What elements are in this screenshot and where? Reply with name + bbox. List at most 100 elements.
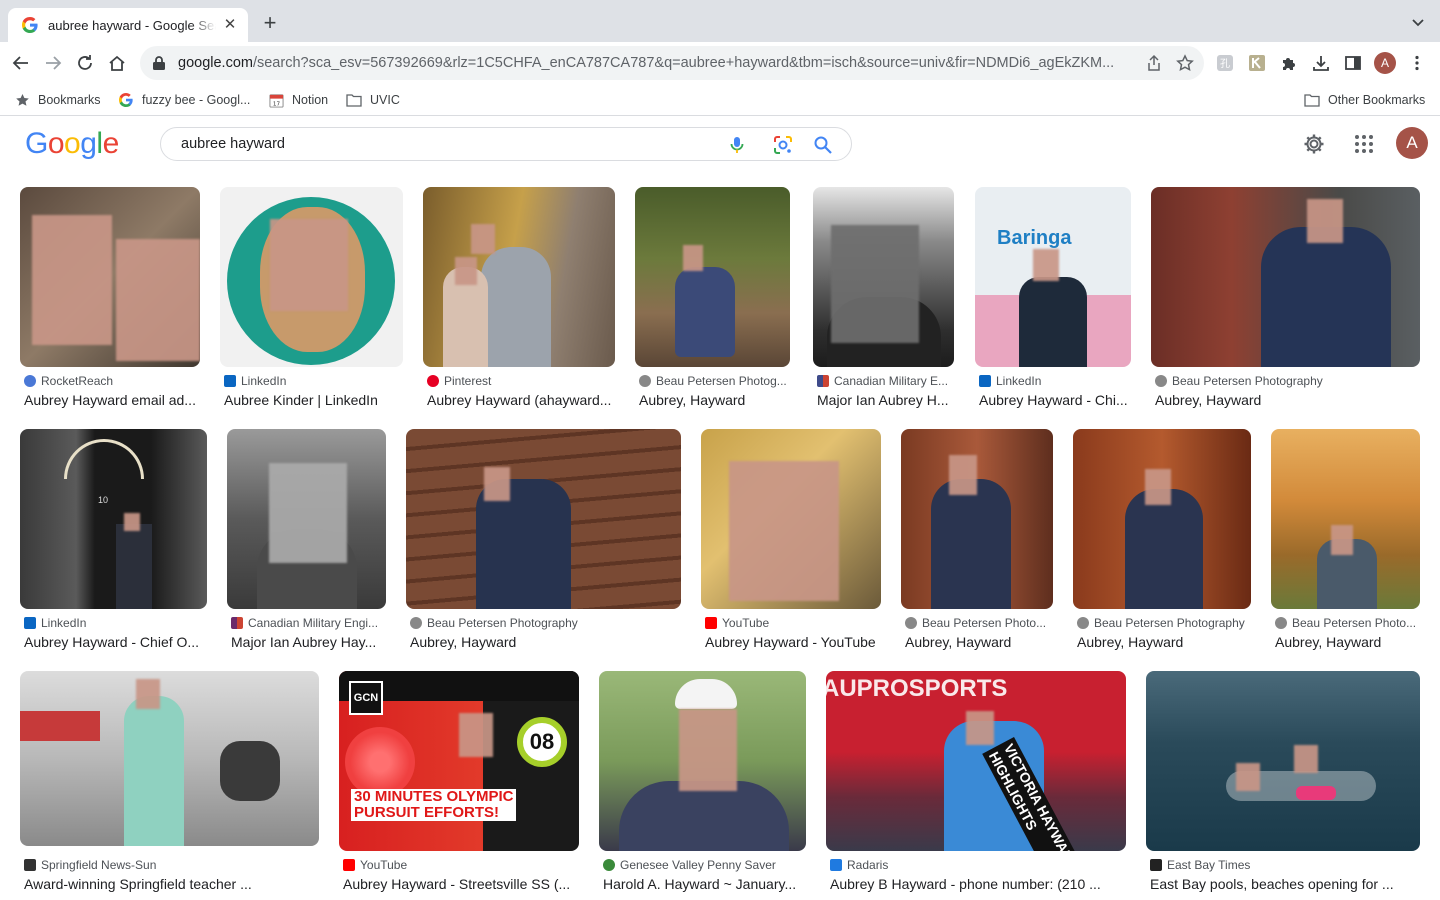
google-logo[interactable]: Google (25, 127, 119, 161)
bookmark-other-bookmarks[interactable]: Other Bookmarks (1304, 91, 1425, 109)
result-source: LinkedIn (41, 616, 87, 630)
result-thumbnail[interactable] (701, 429, 881, 609)
profile-avatar[interactable]: A (1374, 52, 1396, 74)
google-lens-icon[interactable] (773, 135, 793, 155)
search-input[interactable]: aubree hayward (181, 136, 851, 152)
result-caption[interactable]: Aubrey Hayward - Streetsville SS (... (343, 876, 579, 892)
linkedin-icon (24, 617, 36, 629)
google-header: Google aubree hayward A (0, 117, 1440, 172)
microphone-icon[interactable] (727, 135, 747, 155)
result-caption[interactable]: Major Ian Aubrey H... (817, 392, 954, 408)
forward-button[interactable] (40, 50, 66, 76)
result-thumbnail[interactable] (227, 429, 386, 609)
tab-title: aubree hayward - Google Search (48, 17, 216, 33)
settings-gear-icon[interactable] (1301, 131, 1327, 157)
beau-petersen-icon (905, 617, 917, 629)
result-thumbnail[interactable] (20, 671, 319, 846)
baringa-text: Baringa (997, 227, 1072, 249)
svg-text:孔: 孔 (1220, 58, 1230, 70)
result-thumbnail[interactable] (635, 187, 790, 367)
result-thumbnail[interactable] (220, 187, 403, 367)
result-source: Beau Petersen Photo... (1292, 616, 1417, 630)
beau-petersen-icon (1275, 617, 1287, 629)
result-caption[interactable]: Aubrey, Hayward (1077, 634, 1251, 650)
result-caption[interactable]: Award-winning Springfield teacher ... (24, 876, 319, 892)
result-caption[interactable]: Major Ian Aubrey Hay... (231, 634, 386, 650)
result-source: Beau Petersen Photography (427, 616, 578, 630)
side-panel-icon[interactable] (1342, 52, 1364, 74)
extensions-puzzle-icon[interactable] (1278, 52, 1300, 74)
result-source: Radaris (847, 858, 889, 872)
result-caption[interactable]: Harold A. Hayward ~ January... (603, 876, 806, 892)
bookmark-uvic[interactable]: UVIC (346, 91, 400, 109)
tab-close-icon[interactable]: ✕ (222, 17, 238, 33)
result-caption[interactable]: Aubree Kinder | LinkedIn (224, 392, 403, 408)
extension-k-icon[interactable] (1246, 52, 1268, 74)
result-source: Beau Petersen Photo... (922, 616, 1047, 630)
result-thumbnail[interactable] (20, 187, 200, 367)
reload-button[interactable] (72, 50, 98, 76)
address-bar[interactable]: google.com/search?sca_esv=567392669&rlz=… (140, 46, 1204, 80)
result-thumbnail[interactable] (1151, 187, 1420, 367)
result-thumbnail[interactable]: Baringa (975, 187, 1131, 367)
calendar-icon: 17 (268, 92, 284, 108)
reload-icon (78, 55, 92, 70)
result-caption[interactable]: Aubrey B Hayward - phone number: (210 ..… (830, 876, 1126, 892)
result-source: YouTube (360, 858, 408, 872)
result-caption[interactable]: Aubrey, Hayward (905, 634, 1053, 650)
badge-08: 08 (517, 717, 567, 767)
bookmark-bookmarks[interactable]: Bookmarks (14, 91, 101, 109)
search-box[interactable]: aubree hayward (160, 127, 852, 161)
search-icon[interactable] (813, 135, 833, 155)
result-caption[interactable]: Aubrey Hayward - Chief O... (24, 634, 207, 650)
result-thumbnail[interactable] (599, 671, 806, 851)
extension-1-icon[interactable]: 孔 (1214, 52, 1236, 74)
result-thumbnail[interactable] (406, 429, 681, 609)
svg-text:17: 17 (272, 101, 280, 107)
result-caption[interactable]: Aubrey Hayward (ahayward... (427, 392, 615, 408)
result-caption[interactable]: Aubrey Hayward email ad... (24, 392, 200, 408)
new-tab-button[interactable]: + (258, 12, 282, 36)
result-caption[interactable]: Aubrey, Hayward (639, 392, 790, 408)
bookmark-notion[interactable]: 17 Notion (268, 91, 328, 109)
tab-search-chevron-icon[interactable] (1410, 14, 1426, 30)
result-thumbnail[interactable] (1271, 429, 1420, 609)
result-caption[interactable]: Aubrey, Hayward (410, 634, 681, 650)
result-source: Genesee Valley Penny Saver (620, 858, 776, 872)
canadian-flag-icon (817, 375, 829, 387)
result-source: RocketReach (41, 374, 114, 388)
result-thumbnail[interactable]: AUPROSPORTS VICTORIA HAYWARD HIGHLIGHTS (826, 671, 1126, 851)
result-thumbnail[interactable] (901, 429, 1053, 609)
result-thumbnail[interactable] (813, 187, 954, 367)
download-icon[interactable] (1310, 52, 1332, 74)
star-icon (14, 92, 30, 108)
bookmark-fuzzy-bee[interactable]: fuzzy bee - Googl... (118, 91, 250, 109)
result-caption[interactable]: East Bay pools, beaches opening for ... (1150, 876, 1420, 892)
home-button[interactable] (104, 50, 130, 76)
result-thumbnail[interactable] (1146, 671, 1420, 851)
apps-grid-icon[interactable] (1351, 131, 1377, 157)
result-caption[interactable]: Aubrey Hayward - YouTube (705, 634, 881, 650)
tab-strip: aubree hayward - Google Search ✕ + (0, 0, 1440, 42)
result-source: East Bay Times (1167, 858, 1251, 872)
result-source: Beau Petersen Photography (1172, 374, 1323, 388)
result-thumbnail[interactable]: GCN 08 30 MINUTES OLYMPIC PURSUIT EFFORT… (339, 671, 579, 851)
result-caption[interactable]: Aubrey, Hayward (1155, 392, 1420, 408)
share-icon[interactable] (1145, 54, 1163, 72)
url-text: google.com/search?sca_esv=567392669&rlz=… (178, 55, 1115, 71)
beau-petersen-icon (639, 375, 651, 387)
account-avatar[interactable]: A (1396, 127, 1428, 159)
google-favicon-icon (22, 17, 38, 33)
lock-icon[interactable] (152, 55, 166, 71)
result-thumbnail[interactable] (423, 187, 615, 367)
result-thumbnail[interactable] (1073, 429, 1251, 609)
back-button[interactable] (8, 50, 34, 76)
menu-dots-icon[interactable] (1406, 52, 1428, 74)
result-caption[interactable]: Aubrey, Hayward (1275, 634, 1420, 650)
olympic-title-text: 30 MINUTES OLYMPIC PURSUIT EFFORTS! (351, 789, 517, 821)
beau-petersen-icon (1077, 617, 1089, 629)
bookmark-star-icon[interactable] (1176, 54, 1194, 72)
tab-google-search[interactable]: aubree hayward - Google Search ✕ (8, 8, 248, 42)
result-caption[interactable]: Aubrey Hayward - Chi... (979, 392, 1131, 408)
result-thumbnail[interactable]: 10 (20, 429, 207, 609)
